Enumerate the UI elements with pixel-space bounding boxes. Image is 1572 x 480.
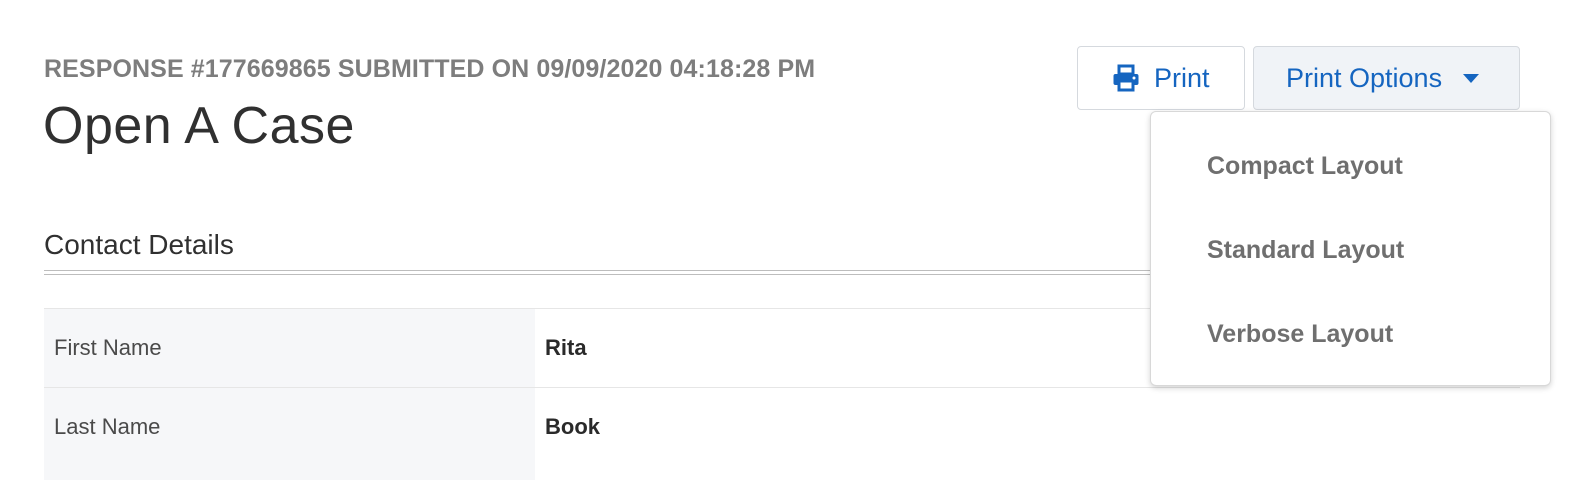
table-row-partial — [44, 466, 1520, 480]
caret-down-icon — [1462, 72, 1480, 84]
print-button[interactable]: Print — [1077, 46, 1245, 110]
menu-item-standard-layout[interactable]: Standard Layout — [1151, 208, 1550, 292]
response-meta: RESPONSE #177669865 SUBMITTED ON 09/09/2… — [44, 55, 816, 83]
table-row: Last Name Book — [44, 387, 1520, 466]
print-options-button[interactable]: Print Options — [1253, 46, 1520, 110]
page-title: Open A Case — [43, 97, 355, 155]
field-label-partial — [44, 466, 535, 480]
printer-icon — [1112, 64, 1140, 92]
page: RESPONSE #177669865 SUBMITTED ON 09/09/2… — [0, 0, 1572, 480]
field-label: First Name — [44, 309, 535, 387]
print-options-label: Print Options — [1286, 62, 1443, 93]
field-value: Book — [545, 414, 600, 439]
print-options-menu: Compact Layout Standard Layout Verbose L… — [1150, 111, 1551, 386]
menu-item-compact-layout[interactable]: Compact Layout — [1151, 124, 1550, 208]
field-label: Last Name — [44, 388, 535, 466]
section-title: Contact Details — [44, 229, 234, 260]
print-button-label: Print — [1154, 62, 1210, 93]
menu-item-verbose-layout[interactable]: Verbose Layout — [1151, 292, 1550, 376]
